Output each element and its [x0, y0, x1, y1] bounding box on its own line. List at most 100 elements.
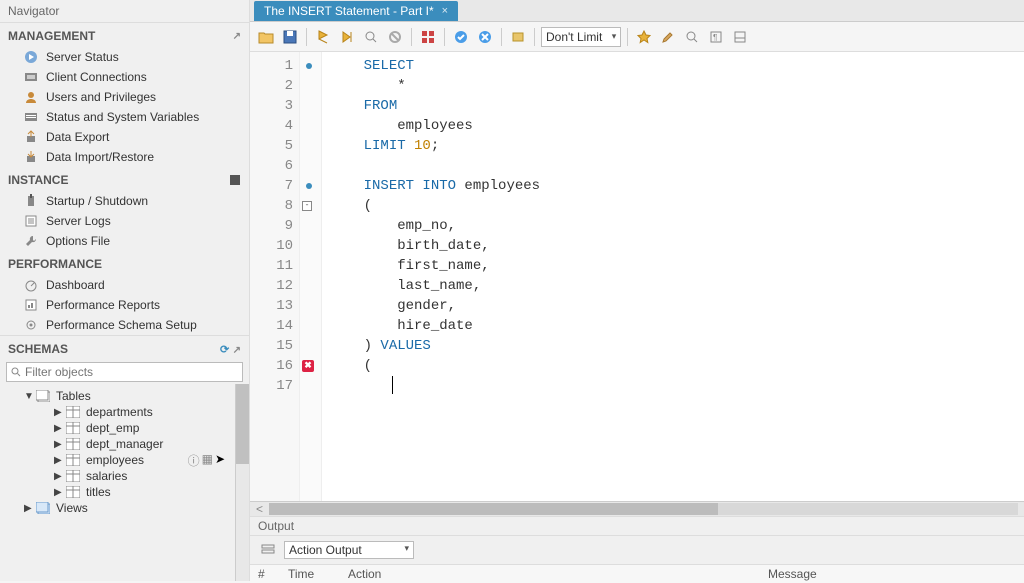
tree-arrow-icon[interactable]: ▼	[24, 391, 34, 402]
reports-icon	[22, 298, 40, 312]
info-icon[interactable]: ⓘ	[188, 452, 200, 469]
tree-item-dept_emp[interactable]: ▶ dept_emp	[4, 420, 231, 436]
statement-marker-icon	[306, 63, 312, 69]
nav-item-status-and-system-variables[interactable]: Status and System Variables	[0, 107, 249, 127]
find-icon[interactable]	[682, 27, 702, 47]
nav-item-label: Data Import/Restore	[46, 150, 154, 164]
tree-item-salaries[interactable]: ▶salaries	[4, 468, 231, 484]
instance-settings-icon[interactable]	[229, 174, 241, 186]
sql-tab[interactable]: The INSERT Statement - Part I* ×	[254, 1, 458, 21]
tree-item-tables[interactable]: ▼Tables	[4, 388, 231, 404]
nav-item-performance-schema-setup[interactable]: Performance Schema Setup	[0, 315, 249, 335]
nav-item-label: Dashboard	[46, 278, 105, 292]
tree-item-titles[interactable]: ▶titles	[4, 484, 231, 500]
output-view-icon[interactable]	[258, 540, 278, 560]
nav-item-label: Client Connections	[46, 70, 147, 84]
nav-item-server-logs[interactable]: Server Logs	[0, 211, 249, 231]
output-col-action: Action	[348, 567, 768, 581]
nav-item-dashboard[interactable]: Dashboard	[0, 275, 249, 295]
nav-item-client-connections[interactable]: Client Connections	[0, 67, 249, 87]
output-col-num: #	[258, 567, 288, 581]
tree-arrow-icon[interactable]: ▶	[54, 423, 64, 434]
navigator-sidebar: Navigator MANAGEMENT ↗ Server StatusClie…	[0, 0, 250, 581]
refresh-icon[interactable]: ⟳	[220, 344, 229, 356]
wrench-icon	[22, 234, 40, 248]
tree-item-label: employees	[86, 453, 144, 467]
nav-item-users-and-privileges[interactable]: Users and Privileges	[0, 87, 249, 107]
instance-header: INSTANCE	[0, 167, 249, 191]
nav-item-label: Status and System Variables	[46, 110, 199, 124]
nav-item-label: Server Status	[46, 50, 119, 64]
output-panel: < Output Action Output # Time Action Mes…	[250, 501, 1024, 581]
wrap-icon[interactable]: ¶	[706, 27, 726, 47]
schemas-label: SCHEMAS	[8, 342, 68, 356]
dashboard-icon	[22, 278, 40, 292]
save-icon[interactable]	[280, 27, 300, 47]
brush-icon[interactable]	[658, 27, 678, 47]
tab-close-icon[interactable]: ×	[442, 5, 448, 17]
snippets-icon[interactable]	[418, 27, 438, 47]
nav-item-performance-reports[interactable]: Performance Reports	[0, 295, 249, 315]
power-icon	[22, 194, 40, 208]
tree-item-departments[interactable]: ▶ departments	[4, 404, 231, 420]
rollback-icon[interactable]	[475, 27, 495, 47]
fold-icon[interactable]: -	[302, 201, 312, 211]
sql-editor[interactable]: 1234567891011121314151617 -✖ SELECT * FR…	[250, 52, 1024, 501]
execute-icon[interactable]	[313, 27, 333, 47]
output-type-select[interactable]: Action Output	[284, 541, 414, 559]
table-icon	[66, 406, 82, 418]
svg-text:¶: ¶	[713, 33, 717, 42]
nav-item-options-file[interactable]: Options File	[0, 231, 249, 251]
tree-item-label: departments	[86, 405, 153, 419]
stop-icon[interactable]	[385, 27, 405, 47]
schemas-header: SCHEMAS ⟳ ↗	[0, 335, 249, 360]
autocommit-icon[interactable]	[508, 27, 528, 47]
code-body[interactable]: SELECT * FROM employees LIMIT 10; INSERT…	[322, 52, 1024, 501]
import-icon	[22, 150, 40, 164]
tree-arrow-icon[interactable]: ▶	[54, 439, 64, 450]
tree-item-label: dept_emp	[86, 421, 139, 435]
tree-scrollbar[interactable]	[235, 384, 249, 581]
toggle-panel-icon[interactable]	[730, 27, 750, 47]
output-col-time: Time	[288, 567, 348, 581]
wrench-icon[interactable]: ▦	[202, 452, 213, 469]
table-icon	[66, 438, 82, 450]
cursor-icon: ➤	[215, 452, 225, 469]
toolbar-separator	[444, 28, 445, 46]
tree-item-label: dept_manager	[86, 437, 163, 451]
tree-item-employees[interactable]: ▶ employees ⓘ▦➤	[4, 452, 231, 468]
output-type-value: Action Output	[289, 543, 362, 557]
tree-arrow-icon[interactable]: ▶	[24, 503, 34, 514]
table-actions[interactable]: ⓘ▦➤	[188, 452, 225, 469]
open-file-icon[interactable]	[256, 27, 276, 47]
sql-tab-label: The INSERT Statement - Part I*	[264, 4, 434, 18]
nav-item-data-export[interactable]: Data Export	[0, 127, 249, 147]
toolbar-separator	[411, 28, 412, 46]
nav-item-label: Performance Schema Setup	[46, 318, 197, 332]
execute-current-icon[interactable]	[337, 27, 357, 47]
tree-arrow-icon[interactable]: ▶	[54, 407, 64, 418]
nav-item-data-import-restore[interactable]: Data Import/Restore	[0, 147, 249, 167]
commit-icon[interactable]	[451, 27, 471, 47]
nav-item-label: Server Logs	[46, 214, 111, 228]
filter-objects-box	[6, 362, 243, 382]
expand-schemas-icon[interactable]: ↗	[233, 345, 241, 356]
horizontal-scrollbar[interactable]: <	[250, 502, 1024, 516]
tree-item-views[interactable]: ▶Views	[4, 500, 231, 516]
tree-arrow-icon[interactable]: ▶	[54, 471, 64, 482]
tree-item-dept_manager[interactable]: ▶ dept_manager	[4, 436, 231, 452]
nav-item-server-status[interactable]: Server Status	[0, 47, 249, 67]
explain-icon[interactable]	[361, 27, 381, 47]
tree-arrow-icon[interactable]: ▶	[54, 455, 64, 466]
export-icon	[22, 130, 40, 144]
error-marker-icon[interactable]: ✖	[302, 360, 314, 372]
nav-item-startup-shutdown[interactable]: Startup / Shutdown	[0, 191, 249, 211]
tree-arrow-icon[interactable]: ▶	[54, 487, 64, 498]
expand-icon[interactable]: ↗	[233, 31, 241, 42]
filter-objects-input[interactable]	[25, 365, 238, 379]
main-panel: The INSERT Statement - Part I* × Don't L…	[250, 0, 1024, 581]
limit-rows-select[interactable]: Don't Limit	[541, 27, 621, 47]
beautify-icon[interactable]	[634, 27, 654, 47]
performance-header: PERFORMANCE	[0, 251, 249, 275]
schema-setup-icon	[22, 318, 40, 332]
